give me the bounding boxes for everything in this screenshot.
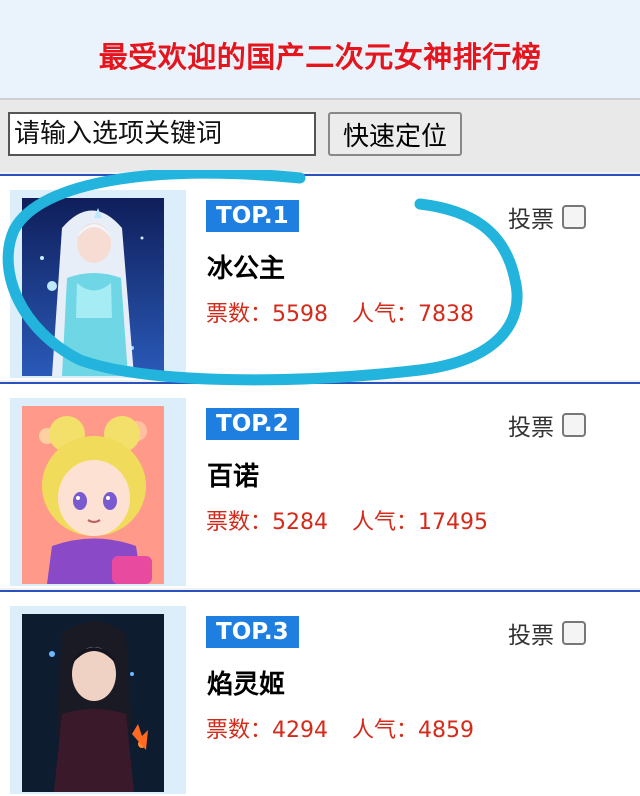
popularity-count: 4859: [418, 718, 475, 743]
character-image[interactable]: [22, 406, 164, 584]
ranking-card: TOP.1 冰公主 票数：5598 人气：7838 投票: [0, 174, 640, 380]
vote-label: 投票: [508, 415, 554, 441]
stats-line: 票数：4294 人气：4859: [206, 712, 474, 744]
thumbnail-frame: [10, 606, 186, 794]
rank-badge: TOP.1: [206, 200, 299, 232]
vote-control[interactable]: 投票: [508, 616, 586, 650]
votes-count: 4294: [272, 718, 329, 743]
page-header: 最受欢迎的国产二次元女神排行榜: [0, 0, 640, 100]
popularity-count: 17495: [418, 510, 489, 535]
vote-control[interactable]: 投票: [508, 408, 586, 442]
votes-label: 票数：: [206, 302, 273, 327]
stats-line: 票数：5284 人气：17495: [206, 504, 488, 536]
popularity-label: 人气：: [352, 718, 419, 743]
ranking-card: TOP.3 焰灵姬 票数：4294 人气：4859 投票: [0, 590, 640, 796]
vote-control[interactable]: 投票: [508, 200, 586, 234]
popularity-label: 人气：: [352, 510, 419, 535]
rank-badge: TOP.3: [206, 616, 299, 648]
vote-checkbox[interactable]: [562, 621, 586, 645]
votes-count: 5284: [272, 510, 329, 535]
stats-line: 票数：5598 人气：7838: [206, 296, 474, 328]
thumbnail-frame: [10, 398, 186, 586]
page-title: 最受欢迎的国产二次元女神排行榜: [98, 40, 542, 74]
vote-checkbox[interactable]: [562, 413, 586, 437]
popularity-label: 人气：: [352, 302, 419, 327]
vote-label: 投票: [508, 623, 554, 649]
thumbnail-frame: [10, 190, 186, 378]
vote-checkbox[interactable]: [562, 205, 586, 229]
votes-label: 票数：: [206, 510, 273, 535]
character-image[interactable]: [22, 198, 164, 376]
ranking-list: TOP.1 冰公主 票数：5598 人气：7838 投票 TOP.2 百诺 票数…: [0, 174, 640, 796]
search-input[interactable]: [8, 112, 316, 156]
quick-locate-button[interactable]: 快速定位: [328, 112, 462, 156]
ranking-card: TOP.2 百诺 票数：5284 人气：17495 投票: [0, 382, 640, 588]
character-name: 焰灵姬: [207, 670, 286, 700]
search-bar: 快速定位: [0, 100, 640, 172]
popularity-count: 7838: [418, 302, 475, 327]
vote-label: 投票: [508, 207, 554, 233]
votes-label: 票数：: [206, 718, 273, 743]
character-name: 冰公主: [207, 254, 286, 284]
rank-badge: TOP.2: [206, 408, 299, 440]
character-name: 百诺: [207, 462, 260, 492]
character-image[interactable]: [22, 614, 164, 792]
votes-count: 5598: [272, 302, 329, 327]
